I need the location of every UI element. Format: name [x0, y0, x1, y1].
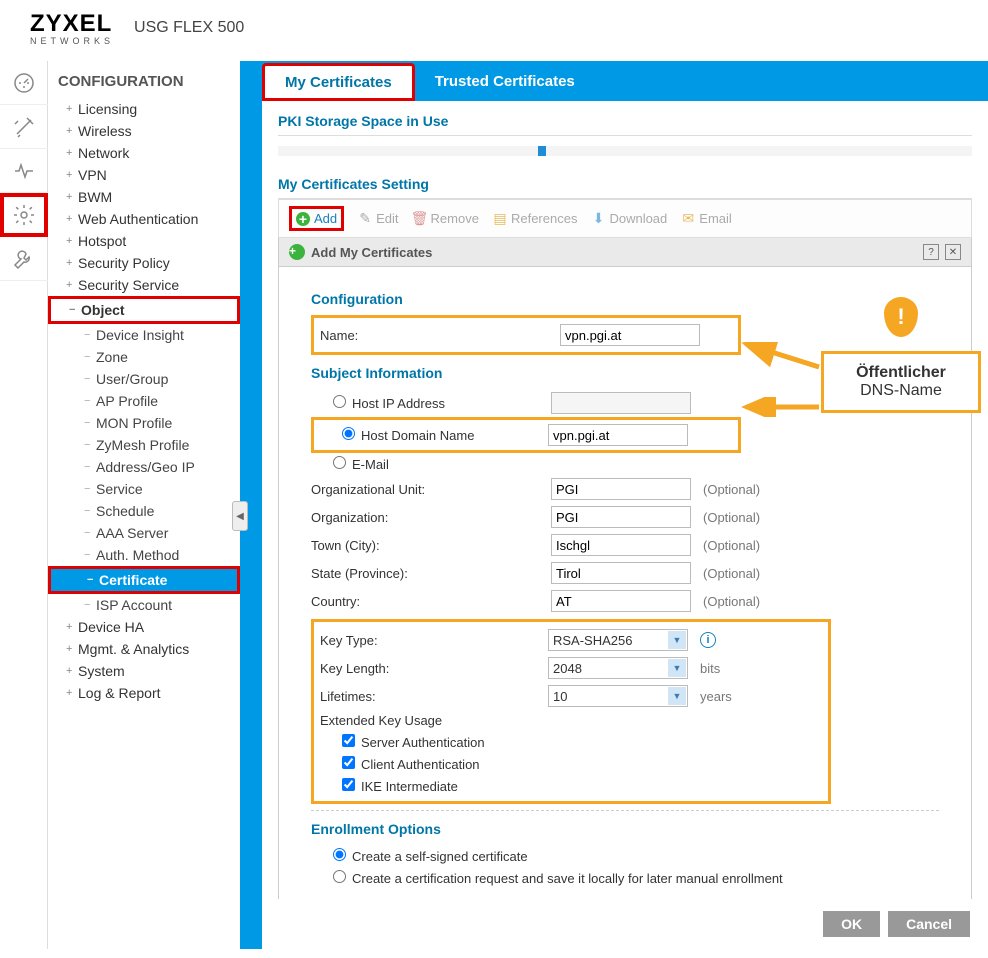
download-icon: ⬇	[591, 212, 605, 226]
chevron-down-icon: ▼	[668, 687, 686, 705]
nav-isp-account[interactable]: −ISP Account	[48, 594, 240, 616]
nav-system[interactable]: +System	[48, 660, 240, 682]
arrow-icon	[741, 342, 821, 372]
eku-client-checkbox[interactable]	[342, 756, 355, 769]
storage-title: PKI Storage Space in Use	[278, 101, 972, 136]
sidebar-title: CONFIGURATION	[48, 69, 240, 98]
table-title: My Certificates Setting	[278, 164, 972, 199]
toolbar: +Add ✎Edit 🗑Remove ▤References ⬇Download…	[278, 199, 972, 238]
org-unit-input[interactable]	[551, 478, 691, 500]
nav-ap-profile[interactable]: −AP Profile	[48, 390, 240, 412]
nav-aaa-server[interactable]: −AAA Server	[48, 522, 240, 544]
edit-icon: ✎	[358, 212, 372, 226]
host-domain-radio[interactable]	[342, 427, 355, 440]
enroll-section: Enrollment Options	[311, 821, 939, 837]
key-length-select[interactable]: 2048▼	[548, 657, 688, 679]
nav-vpn[interactable]: +VPN	[48, 164, 240, 186]
references-button[interactable]: ▤References	[493, 211, 577, 226]
splitter-handle[interactable]: ◀	[232, 501, 248, 531]
enroll-req-radio[interactable]	[333, 870, 346, 883]
nav-mgmt-analytics[interactable]: +Mgmt. & Analytics	[48, 638, 240, 660]
dashboard-icon[interactable]	[0, 61, 48, 105]
add-icon: +	[289, 244, 305, 260]
nav-zone[interactable]: −Zone	[48, 346, 240, 368]
enroll-self-radio[interactable]	[333, 848, 346, 861]
country-input[interactable]	[551, 590, 691, 612]
maintenance-icon[interactable]	[0, 237, 48, 281]
email-icon: ✉	[681, 212, 695, 226]
form: Configuration Name: Subject Information …	[278, 267, 972, 899]
nav-mon-profile[interactable]: −MON Profile	[48, 412, 240, 434]
nav-user-group[interactable]: −User/Group	[48, 368, 240, 390]
exclamation-icon: !	[884, 297, 918, 337]
nav-zymesh-profile[interactable]: −ZyMesh Profile	[48, 434, 240, 456]
nav-bwm[interactable]: +BWM	[48, 186, 240, 208]
nav-hotspot[interactable]: +Hotspot	[48, 230, 240, 252]
nav-schedule[interactable]: −Schedule	[48, 500, 240, 522]
eku-ike-checkbox[interactable]	[342, 778, 355, 791]
name-input[interactable]	[560, 324, 700, 346]
add-icon: +	[296, 212, 310, 226]
nav-wireless[interactable]: +Wireless	[48, 120, 240, 142]
logo: ZYXEL NETWORKS	[30, 10, 114, 46]
download-button[interactable]: ⬇Download	[591, 211, 667, 226]
lifetimes-select[interactable]: 10▼	[548, 685, 688, 707]
tab-trusted-certificates[interactable]: Trusted Certificates	[415, 61, 595, 101]
wizard-icon[interactable]	[0, 105, 48, 149]
content: My Certificates Trusted Certificates PKI…	[262, 61, 988, 949]
host-ip-input[interactable]	[551, 392, 691, 414]
org-input[interactable]	[551, 506, 691, 528]
nav-licensing[interactable]: +Licensing	[48, 98, 240, 120]
cancel-button[interactable]: Cancel	[888, 911, 970, 937]
dialog-header: + Add My Certificates ? ✕	[278, 238, 972, 267]
chevron-down-icon: ▼	[668, 659, 686, 677]
nav-service[interactable]: −Service	[48, 478, 240, 500]
town-input[interactable]	[551, 534, 691, 556]
tabs: My Certificates Trusted Certificates	[262, 61, 988, 101]
nav-certificate[interactable]: −Certificate	[48, 566, 240, 594]
edit-button[interactable]: ✎Edit	[358, 211, 398, 226]
state-input[interactable]	[551, 562, 691, 584]
nav-device-insight[interactable]: −Device Insight	[48, 324, 240, 346]
tab-my-certificates[interactable]: My Certificates	[262, 63, 415, 101]
configuration-icon[interactable]	[0, 193, 48, 237]
sidebar: CONFIGURATION +Licensing +Wireless +Netw…	[48, 61, 240, 949]
product-name: USG FLEX 500	[134, 19, 244, 37]
nav-web-auth[interactable]: +Web Authentication	[48, 208, 240, 230]
close-button[interactable]: ✕	[945, 244, 961, 260]
storage-bar	[278, 146, 972, 156]
nav-network[interactable]: +Network	[48, 142, 240, 164]
help-button[interactable]: ?	[923, 244, 939, 260]
host-domain-input[interactable]	[548, 424, 688, 446]
header: ZYXEL NETWORKS USG FLEX 500	[0, 0, 988, 61]
chevron-down-icon: ▼	[668, 631, 686, 649]
email-button[interactable]: ✉Email	[681, 211, 732, 226]
nav-security-service[interactable]: +Security Service	[48, 274, 240, 296]
references-icon: ▤	[493, 212, 507, 226]
remove-button[interactable]: 🗑Remove	[413, 211, 479, 226]
remove-icon: 🗑	[413, 212, 427, 226]
monitor-icon[interactable]	[0, 149, 48, 193]
nav-log-report[interactable]: +Log & Report	[48, 682, 240, 704]
key-type-select[interactable]: RSA-SHA256▼	[548, 629, 688, 651]
nav-auth-method[interactable]: −Auth. Method	[48, 544, 240, 566]
icon-sidebar	[0, 61, 48, 949]
nav-object[interactable]: −Object	[48, 296, 240, 324]
email-radio[interactable]	[333, 456, 346, 469]
eku-server-checkbox[interactable]	[342, 734, 355, 747]
dialog-footer: OK Cancel	[262, 899, 988, 949]
callout: ! Öffentlicher DNS-Name	[821, 297, 981, 413]
add-button[interactable]: +Add	[296, 211, 337, 226]
info-icon[interactable]: i	[700, 632, 716, 648]
arrow-icon	[741, 397, 821, 417]
nav-address-geo-ip[interactable]: −Address/Geo IP	[48, 456, 240, 478]
nav-security-policy[interactable]: +Security Policy	[48, 252, 240, 274]
splitter-bar: ◀	[240, 61, 262, 949]
nav-device-ha[interactable]: +Device HA	[48, 616, 240, 638]
name-label: Name:	[320, 328, 560, 343]
ok-button[interactable]: OK	[823, 911, 880, 937]
host-ip-radio[interactable]	[333, 395, 346, 408]
